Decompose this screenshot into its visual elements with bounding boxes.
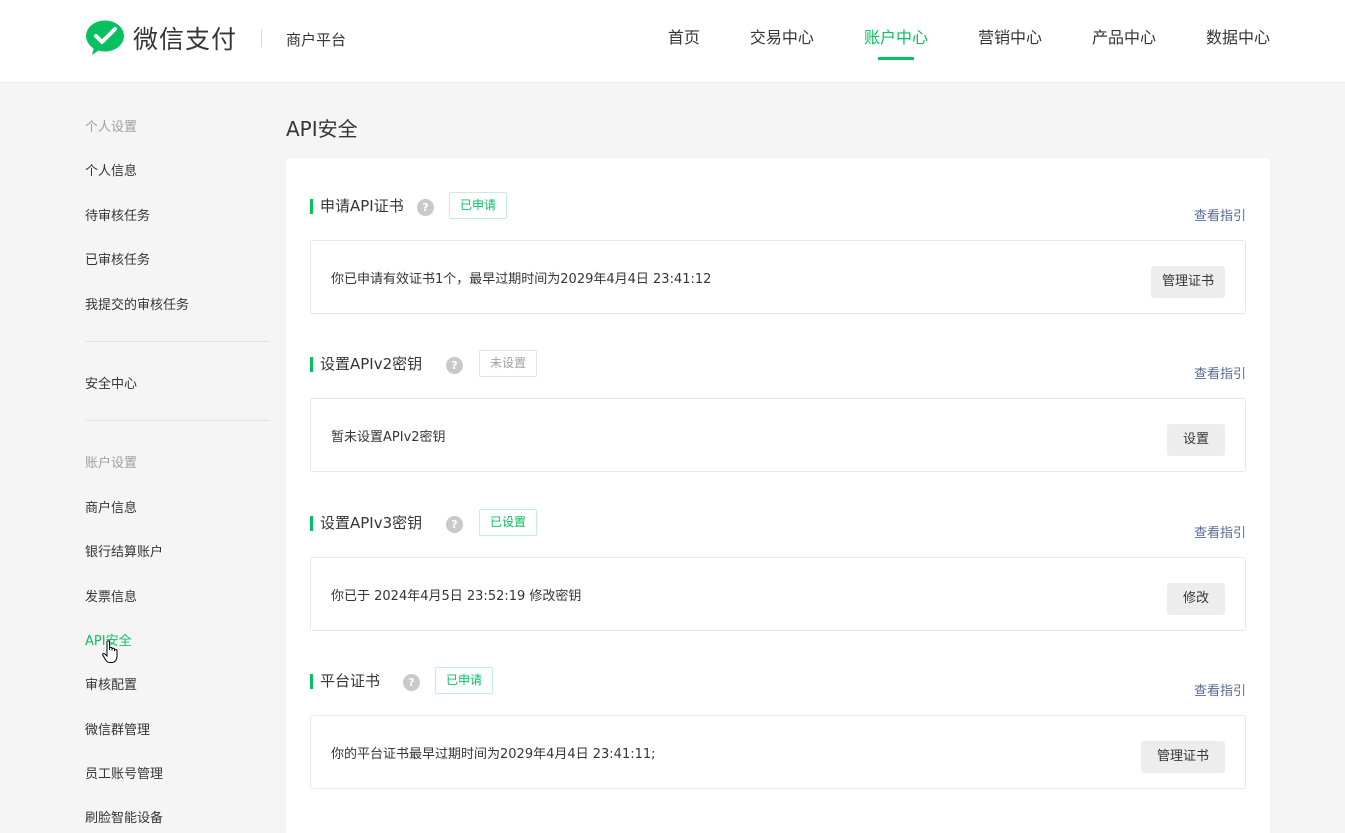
section-accent-bar (310, 357, 313, 372)
section-api-certificate: 申请API证书 ? 已申请 查看指引 你已申请有效证书1个，最早过期时间为202… (310, 192, 1246, 314)
section-title: 设置APIv2密钥 (320, 355, 423, 373)
page-title: API安全 (286, 117, 358, 141)
view-guide-link[interactable]: 查看指引 (1194, 680, 1246, 699)
status-badge: 已设置 (479, 509, 538, 536)
section-accent-bar (310, 199, 313, 214)
status-badge: 未设置 (479, 350, 538, 377)
section-title: 申请API证书 (320, 197, 404, 215)
question-circle-icon[interactable]: ? (417, 199, 434, 216)
section-header: 申请API证书 ? 已申请 查看指引 (310, 192, 1246, 224)
sidebar-item-pending-tasks[interactable]: 待审核任务 (85, 205, 150, 224)
section-description: 暂未设置APIv2密钥 (331, 430, 446, 445)
sidebar-item-invoice-info[interactable]: 发票信息 (85, 586, 137, 605)
status-badge: 已申请 (449, 192, 508, 219)
sidebar-item-wechat-group[interactable]: 微信群管理 (85, 719, 150, 738)
wechat-pay-logo-icon (85, 20, 125, 56)
api-security-card: 申请API证书 ? 已申请 查看指引 你已申请有效证书1个，最早过期时间为202… (286, 158, 1270, 833)
nav-trade-center[interactable]: 交易中心 (750, 0, 814, 83)
hand-cursor-icon (102, 640, 120, 664)
status-badge: 已申请 (435, 667, 494, 694)
logo-text: 微信支付 (133, 25, 238, 54)
section-accent-bar (310, 516, 313, 531)
sidebar-divider (85, 341, 270, 342)
sidebar-group-personal: 个人设置 (85, 120, 138, 135)
view-guide-link[interactable]: 查看指引 (1194, 363, 1246, 382)
view-guide-link[interactable]: 查看指引 (1194, 522, 1246, 541)
section-accent-bar (310, 674, 313, 689)
section-content-box: 暂未设置APIv2密钥 设置 (310, 398, 1246, 472)
sidebar-item-personal-info[interactable]: 个人信息 (85, 160, 137, 179)
section-title: 平台证书 (320, 672, 381, 690)
top-header: 微信支付 商户平台 首页 交易中心 账户中心 营销中心 产品中心 数据中心 (0, 0, 1345, 83)
sidebar-item-staff-accounts[interactable]: 员工账号管理 (85, 763, 163, 782)
nav-account-center[interactable]: 账户中心 (864, 0, 928, 83)
manage-platform-certificate-button[interactable]: 管理证书 (1140, 741, 1225, 773)
nav-data-center[interactable]: 数据中心 (1206, 0, 1270, 83)
section-apiv2-key: 设置APIv2密钥 ? 未设置 查看指引 暂未设置APIv2密钥 设置 (310, 350, 1246, 472)
modify-key-button[interactable]: 修改 (1166, 583, 1225, 615)
section-apiv3-key: 设置APIv3密钥 ? 已设置 查看指引 你已于 2024年4月5日 23:52… (310, 509, 1246, 631)
nav-home[interactable]: 首页 (668, 0, 700, 83)
section-content-box: 你已申请有效证书1个，最早过期时间为2029年4月4日 23:41:12 管理证… (310, 240, 1246, 314)
section-description: 你的平台证书最早过期时间为2029年4月4日 23:41:11; (331, 747, 656, 762)
sidebar-group-account: 账户设置 (85, 456, 138, 471)
sidebar-item-merchant-info[interactable]: 商户信息 (85, 497, 137, 516)
question-circle-icon[interactable]: ? (446, 516, 463, 533)
section-header: 设置APIv2密钥 ? 未设置 查看指引 (310, 350, 1246, 382)
wechat-pay-logo[interactable]: 微信支付 (85, 20, 237, 56)
header-divider (261, 29, 262, 47)
view-guide-link[interactable]: 查看指引 (1194, 205, 1246, 224)
manage-certificate-button[interactable]: 管理证书 (1150, 266, 1225, 298)
sidebar-item-security-center[interactable]: 安全中心 (85, 373, 137, 392)
section-platform-certificate: 平台证书 ? 已申请 查看指引 你的平台证书最早过期时间为2029年4月4日 2… (310, 667, 1246, 789)
section-description: 你已申请有效证书1个，最早过期时间为2029年4月4日 23:41:12 (331, 272, 712, 287)
sidebar-item-submitted-tasks[interactable]: 我提交的审核任务 (85, 294, 189, 313)
sidebar-item-face-devices[interactable]: 刷脸智能设备 (85, 807, 163, 826)
section-header: 设置APIv3密钥 ? 已设置 查看指引 (310, 509, 1246, 541)
section-content-box: 你已于 2024年4月5日 23:52:19 修改密钥 修改 (310, 557, 1246, 631)
section-description: 你已于 2024年4月5日 23:52:19 修改密钥 (331, 589, 582, 604)
sidebar-item-review-config[interactable]: 审核配置 (85, 674, 137, 693)
sidebar-item-bank-account[interactable]: 银行结算账户 (85, 541, 163, 560)
question-circle-icon[interactable]: ? (403, 674, 420, 691)
section-header: 平台证书 ? 已申请 查看指引 (310, 667, 1246, 699)
main-nav: 首页 交易中心 账户中心 营销中心 产品中心 数据中心 (618, 0, 1270, 83)
nav-marketing-center[interactable]: 营销中心 (978, 0, 1042, 83)
section-content-box: 你的平台证书最早过期时间为2029年4月4日 23:41:11; 管理证书 (310, 715, 1246, 789)
platform-name: 商户平台 (286, 31, 347, 49)
nav-product-center[interactable]: 产品中心 (1092, 0, 1156, 83)
section-title: 设置APIv3密钥 (320, 514, 423, 532)
sidebar-divider (85, 420, 270, 421)
sidebar-item-reviewed-tasks[interactable]: 已审核任务 (85, 249, 150, 268)
question-circle-icon[interactable]: ? (446, 357, 463, 374)
set-key-button[interactable]: 设置 (1166, 424, 1225, 456)
